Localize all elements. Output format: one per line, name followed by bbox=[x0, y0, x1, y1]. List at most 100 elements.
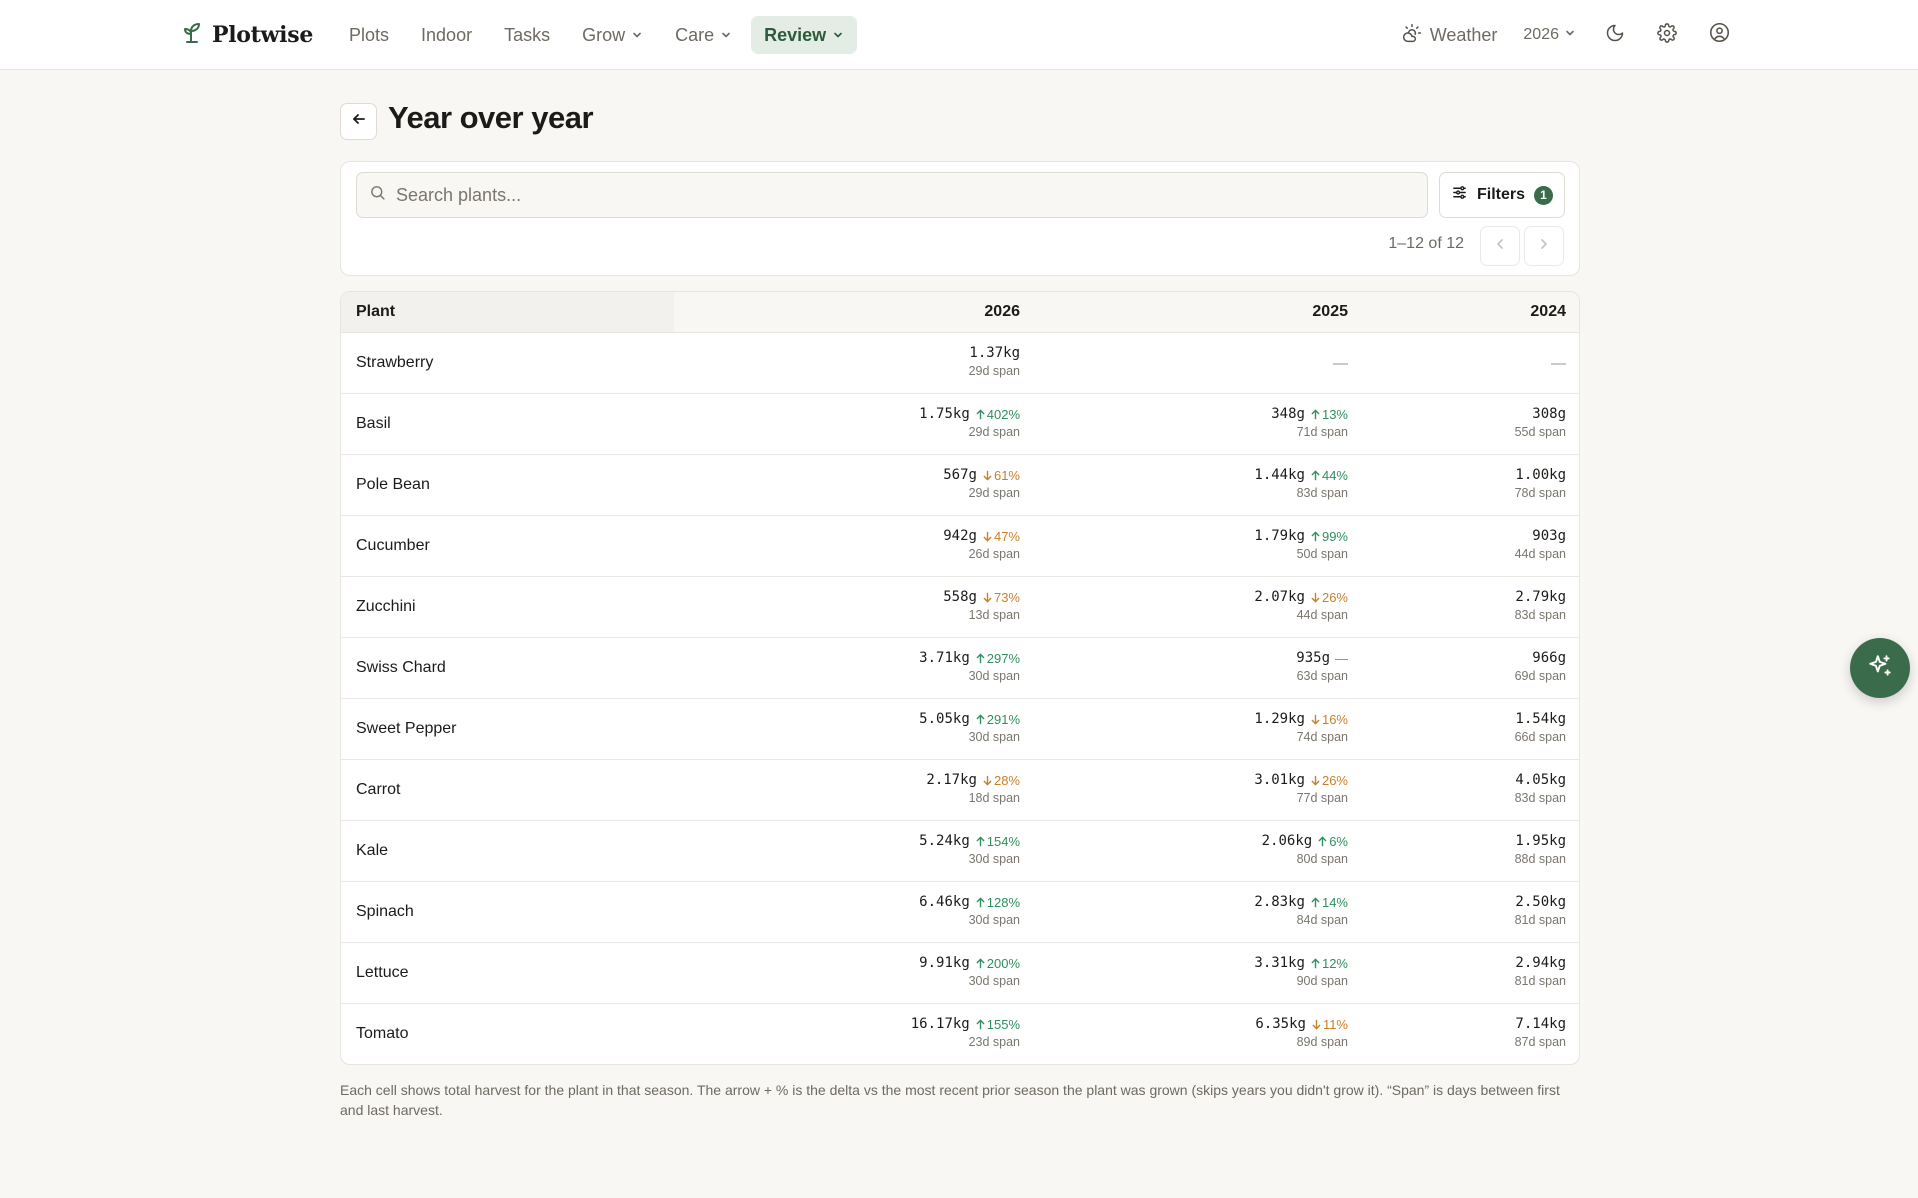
account-button[interactable] bbox=[1700, 16, 1738, 54]
table-row[interactable]: Zucchini 558g 73% 13d span 2.07kg 26% 44d span… bbox=[341, 577, 1579, 638]
harvest-value-line: 5.24kg 154% bbox=[919, 832, 1020, 850]
table-row[interactable]: Cucumber 942g 47% 26d span 1.79kg 99% 50d span… bbox=[341, 516, 1579, 577]
nav-item-label: Indoor bbox=[421, 24, 473, 45]
harvest-span: 88d span bbox=[1514, 852, 1566, 866]
column-header-year[interactable]: 2026 bbox=[984, 303, 1020, 321]
harvest-total: 16.17kg bbox=[910, 1016, 970, 1032]
delta-percent: 200% bbox=[986, 955, 1020, 971]
nav-item-review[interactable]: Review bbox=[751, 16, 858, 54]
harvest-cell: 348g 13% 71d span bbox=[1271, 405, 1348, 440]
delta-percent: 73% bbox=[993, 589, 1020, 605]
table-row[interactable]: Basil 1.75kg 402% 29d span 348g 13% 71d span 30… bbox=[341, 394, 1579, 455]
weather-button[interactable]: Weather bbox=[1396, 16, 1504, 54]
column-header-plant[interactable]: Plant bbox=[356, 303, 395, 321]
harvest-total: 5.24kg bbox=[919, 833, 970, 849]
arrow-down-icon bbox=[982, 470, 993, 481]
settings-button[interactable] bbox=[1648, 16, 1686, 54]
harvest-cell: 935g — 63d span bbox=[1296, 649, 1348, 684]
harvest-value-line: 558g 73% bbox=[943, 588, 1020, 606]
sprout-icon bbox=[180, 20, 202, 49]
arrow-up-icon bbox=[975, 958, 986, 969]
table-row[interactable]: Kale 5.24kg 154% 30d span 2.06kg 6% 80d span 1.… bbox=[341, 821, 1579, 882]
table-row[interactable]: Swiss Chard 3.71kg 297% 30d span 935g — 63d sp… bbox=[341, 638, 1579, 699]
harvest-total: 2.17kg bbox=[926, 772, 977, 788]
year-selector[interactable]: 2026 bbox=[1517, 16, 1582, 54]
harvest-cell: 2.50kg 81d span bbox=[1515, 893, 1566, 928]
harvest-value-line: 2.50kg bbox=[1515, 893, 1566, 911]
table-row[interactable]: Pole Bean 567g 61% 29d span 1.44kg 44% 83d spa… bbox=[341, 455, 1579, 516]
harvest-total: 4.05kg bbox=[1515, 772, 1566, 788]
harvest-cell: 5.05kg 291% 30d span bbox=[919, 710, 1020, 745]
column-header-year[interactable]: 2025 bbox=[1312, 303, 1348, 321]
harvest-total: 1.54kg bbox=[1515, 711, 1566, 727]
table-row[interactable]: Lettuce 9.91kg 200% 30d span 3.31kg 12% 90d sp… bbox=[341, 943, 1579, 1004]
delta-indicator: 154% bbox=[975, 834, 1020, 849]
harvest-cell: 1.95kg 88d span bbox=[1515, 832, 1566, 867]
arrow-down-icon bbox=[1310, 714, 1321, 725]
nav-item-label: Care bbox=[675, 24, 715, 45]
harvest-total: 1.75kg bbox=[919, 406, 970, 422]
assistant-fab-button[interactable] bbox=[1850, 638, 1910, 698]
brand-logo[interactable]: Plotwise bbox=[180, 20, 313, 49]
plant-name: Spinach bbox=[356, 903, 414, 920]
harvest-span: 89d span bbox=[1296, 1035, 1348, 1049]
plant-name: Zucchini bbox=[356, 598, 416, 615]
search-panel: Filters 1 1–12 of 12 bbox=[340, 161, 1580, 276]
plant-name: Carrot bbox=[356, 781, 401, 798]
harvest-value-line: 2.94kg bbox=[1515, 954, 1566, 972]
next-page-button[interactable] bbox=[1524, 226, 1564, 266]
nav-item-care[interactable]: Care bbox=[662, 16, 745, 54]
nav-item-label: Tasks bbox=[504, 24, 551, 45]
harvest-cell: 558g 73% 13d span bbox=[943, 588, 1020, 623]
harvest-value-line: 3.71kg 297% bbox=[919, 649, 1020, 667]
filters-button[interactable]: Filters 1 bbox=[1439, 172, 1565, 218]
nav-item-indoor[interactable]: Indoor bbox=[408, 16, 485, 54]
harvest-cell: 1.37kg 29d span bbox=[969, 344, 1020, 379]
harvest-value-line: 1.37kg bbox=[969, 344, 1020, 362]
plant-name: Cucumber bbox=[356, 537, 430, 554]
search-box[interactable] bbox=[356, 172, 1428, 218]
harvest-span: 83d span bbox=[1514, 608, 1566, 622]
harvest-cell: 1.79kg 99% 50d span bbox=[1254, 527, 1348, 562]
delta-indicator: — bbox=[1335, 651, 1348, 666]
harvest-value-line: 16.17kg 155% bbox=[911, 1015, 1020, 1033]
delta-indicator: 99% bbox=[1310, 529, 1348, 544]
arrow-up-icon bbox=[1317, 836, 1328, 847]
delta-indicator: 200% bbox=[975, 956, 1020, 971]
harvest-total: 6.35kg bbox=[1255, 1016, 1306, 1032]
harvest-value-line: 2.17kg 28% bbox=[926, 771, 1020, 789]
harvest-span: 83d span bbox=[1514, 791, 1566, 805]
plant-name: Pole Bean bbox=[356, 476, 430, 493]
harvest-value-line: 966g bbox=[1515, 649, 1566, 667]
table-footnote: Each cell shows total harvest for the pl… bbox=[340, 1082, 1560, 1118]
search-input[interactable] bbox=[396, 184, 1396, 206]
harvest-span: 84d span bbox=[1296, 913, 1348, 927]
prev-page-button[interactable] bbox=[1480, 226, 1520, 266]
harvest-value-line: 348g 13% bbox=[1271, 405, 1348, 423]
harvest-value-line: 1.75kg 402% bbox=[919, 405, 1020, 423]
table-row[interactable]: Carrot 2.17kg 28% 18d span 3.01kg 26% 77d span… bbox=[341, 760, 1579, 821]
column-header-year[interactable]: 2024 bbox=[1530, 303, 1566, 321]
harvest-total: 2.50kg bbox=[1515, 894, 1566, 910]
harvest-total: 2.94kg bbox=[1515, 955, 1566, 971]
back-button[interactable] bbox=[340, 103, 377, 140]
table-row[interactable]: Spinach 6.46kg 128% 30d span 2.83kg 14% 84d sp… bbox=[341, 882, 1579, 943]
harvest-span: 66d span bbox=[1514, 730, 1566, 744]
nav-item-grow[interactable]: Grow bbox=[569, 16, 656, 54]
theme-toggle-button[interactable] bbox=[1596, 16, 1634, 54]
harvest-cell: 1.44kg 44% 83d span bbox=[1254, 466, 1348, 501]
delta-percent: 47% bbox=[993, 528, 1020, 544]
nav-item-label: Review bbox=[764, 24, 827, 45]
table-header: Plant 2026 2025 2024 bbox=[341, 292, 1579, 333]
nav-item-plots[interactable]: Plots bbox=[336, 16, 402, 54]
arrow-down-icon bbox=[982, 592, 993, 603]
nav-item-tasks[interactable]: Tasks bbox=[491, 16, 563, 54]
table-row[interactable]: Sweet Pepper 5.05kg 291% 30d span 1.29kg 16% 7… bbox=[341, 699, 1579, 760]
harvest-value-line: 2.07kg 26% bbox=[1254, 588, 1348, 606]
table-row[interactable]: Strawberry 1.37kg 29d span — — bbox=[341, 333, 1579, 394]
harvest-total: 903g bbox=[1532, 528, 1566, 544]
chevron-down-icon bbox=[720, 25, 732, 46]
table-row[interactable]: Tomato 16.17kg 155% 23d span 6.35kg 11% 89d sp… bbox=[341, 1004, 1579, 1064]
delta-percent: 28% bbox=[993, 772, 1020, 788]
delta-percent: 26% bbox=[1321, 589, 1348, 605]
